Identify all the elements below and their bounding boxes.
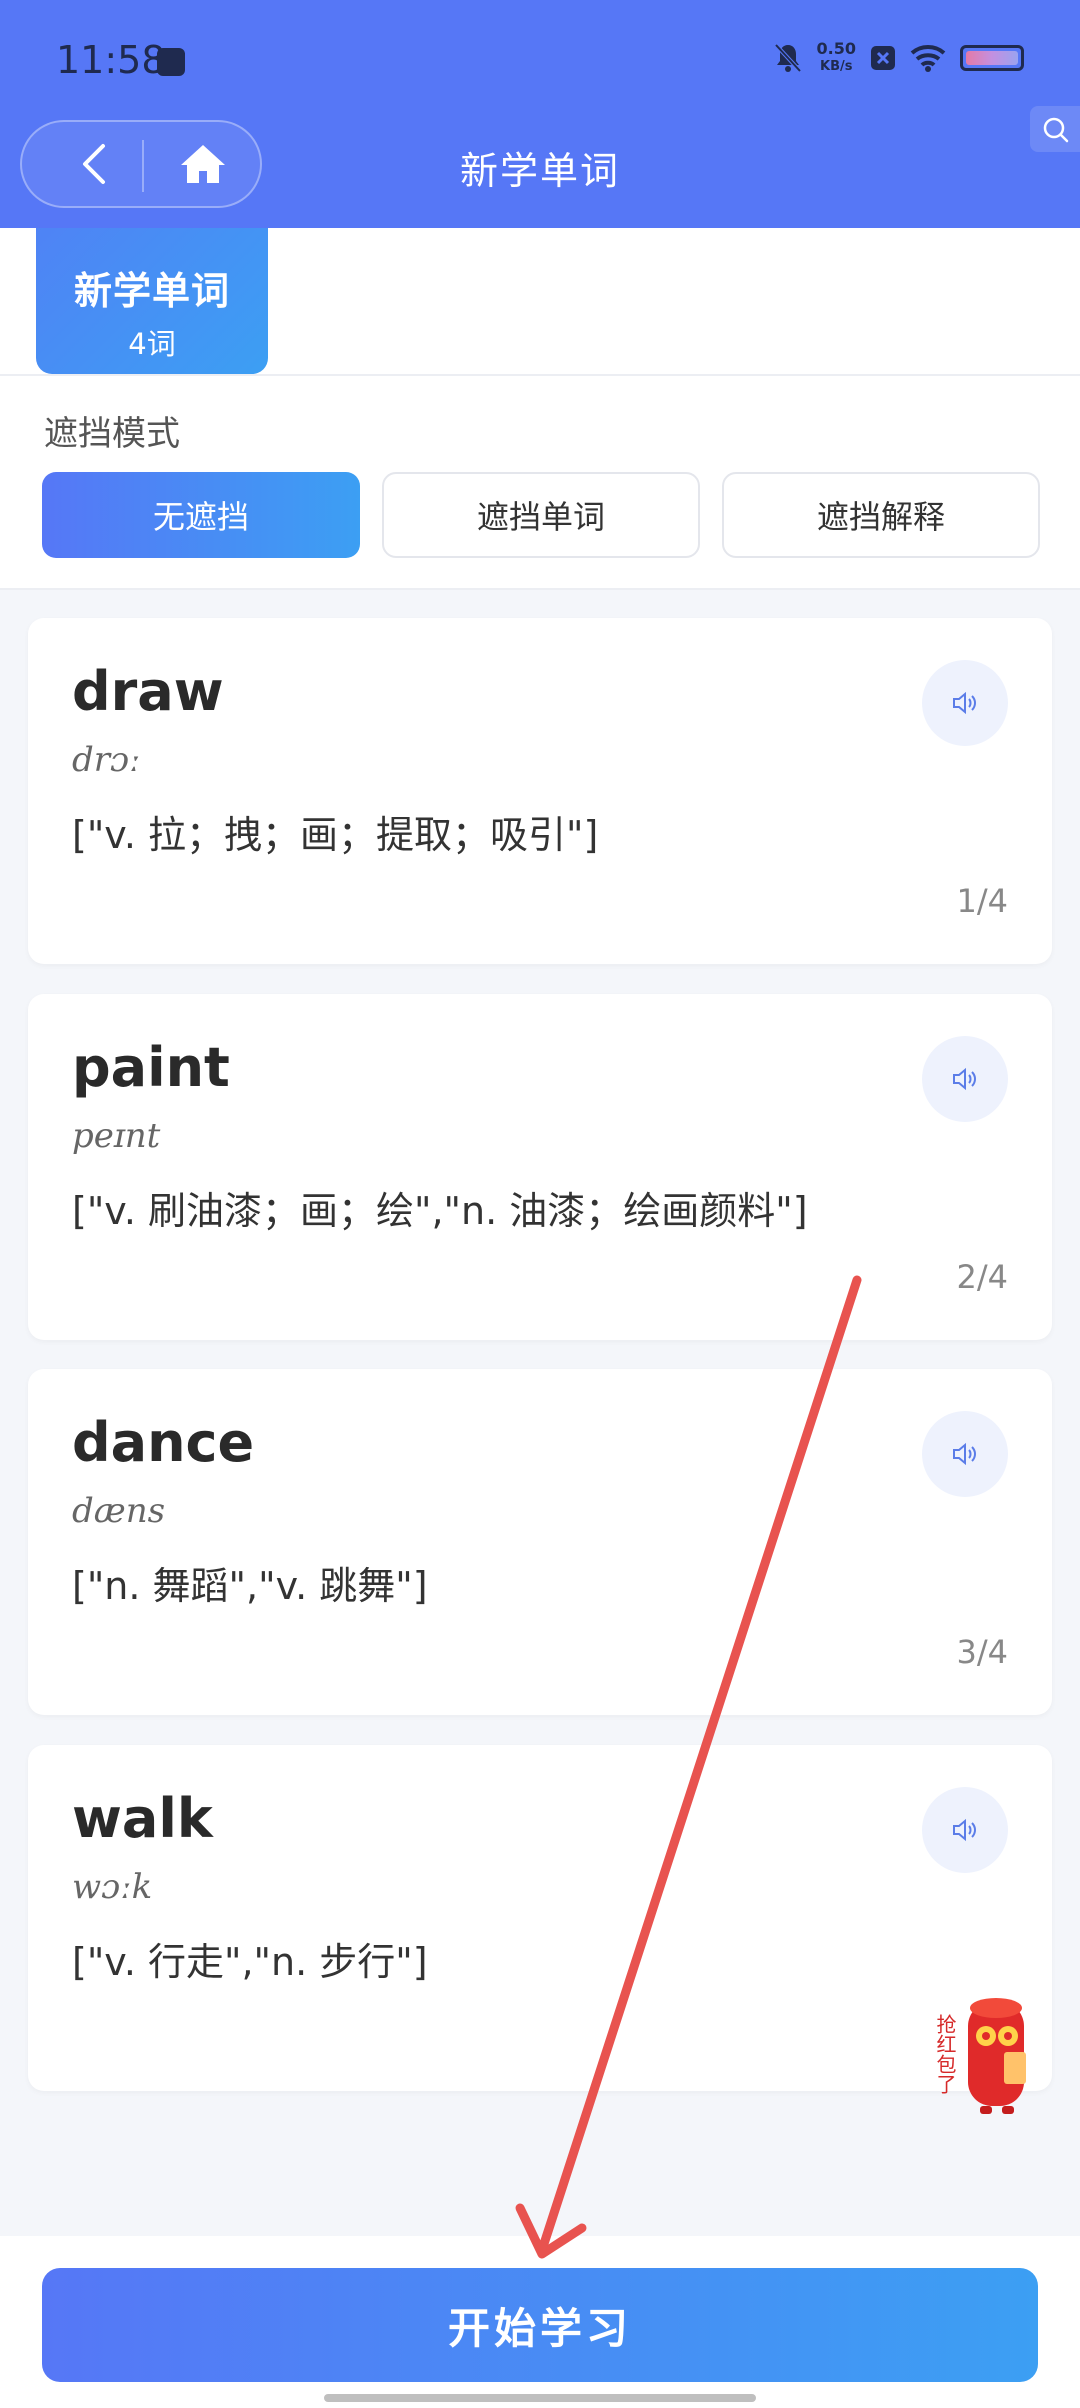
search-icon bbox=[1043, 117, 1069, 143]
home-indicator bbox=[324, 2394, 756, 2402]
close-notification-icon bbox=[871, 46, 895, 70]
word-text: walk bbox=[72, 1787, 213, 1850]
net-speed-value: 0.50 bbox=[816, 39, 856, 58]
wifi-icon bbox=[910, 45, 946, 72]
mask-option-none[interactable]: 无遮挡 bbox=[42, 472, 360, 558]
word-meaning: ["n. 舞蹈","v. 跳舞"] bbox=[72, 1564, 428, 1608]
speaker-icon bbox=[953, 1442, 976, 1466]
battery-icon bbox=[960, 45, 1024, 71]
word-phonetic: peɪnt bbox=[72, 1116, 161, 1156]
status-icons: 0.50 KB/s bbox=[773, 40, 1024, 76]
page-title: 新学单词 bbox=[459, 149, 620, 193]
pronounce-button[interactable] bbox=[922, 1787, 1008, 1873]
speaker-icon bbox=[953, 1818, 976, 1842]
net-speed-unit: KB/s bbox=[820, 59, 853, 74]
status-bar: 11:58 0.50 KB/s bbox=[0, 0, 1080, 120]
word-phonetic: wɔːk bbox=[72, 1867, 153, 1907]
word-phonetic: dæns bbox=[72, 1491, 166, 1531]
net-speed: 0.50 KB/s bbox=[817, 40, 856, 76]
start-learning-button[interactable]: 开始学习 bbox=[42, 2268, 1038, 2382]
floating-search-button[interactable] bbox=[1030, 106, 1080, 152]
word-text: paint bbox=[72, 1036, 230, 1099]
word-text: dance bbox=[72, 1411, 255, 1474]
word-text: draw bbox=[72, 660, 224, 723]
pronounce-button[interactable] bbox=[922, 660, 1008, 746]
word-meaning: ["v. 拉；拽；画；提取；吸引"] bbox=[72, 813, 599, 857]
app-header: 11:58 0.50 KB/s 新学单词 bbox=[0, 0, 1080, 228]
word-group-tabs: 新学单词 4词 bbox=[0, 228, 1080, 376]
word-phonetic: drɔː bbox=[72, 740, 141, 780]
mute-bell-icon bbox=[774, 43, 801, 73]
word-meaning: ["v. 行走","n. 步行"] bbox=[72, 1940, 428, 1984]
mask-option-hide-word[interactable]: 遮挡单词 bbox=[382, 472, 700, 558]
tab-new-words[interactable]: 新学单词 4词 bbox=[36, 228, 268, 374]
word-meaning: ["v. 刷油漆；画；绘","n. 油漆；绘画颜料"] bbox=[72, 1189, 808, 1233]
word-card[interactable]: draw drɔː ["v. 拉；拽；画；提取；吸引"] 1/4 bbox=[28, 618, 1052, 964]
word-index: 3/4 bbox=[956, 1633, 1009, 1671]
red-packet-mascot[interactable]: 抢红包了 bbox=[930, 1992, 1038, 2122]
mask-mode-title: 遮挡模式 bbox=[44, 414, 180, 454]
word-index: 2/4 bbox=[956, 1258, 1009, 1296]
pronounce-button[interactable] bbox=[922, 1036, 1008, 1122]
pronounce-button[interactable] bbox=[922, 1411, 1008, 1497]
mask-option-hide-meaning[interactable]: 遮挡解释 bbox=[722, 472, 1040, 558]
word-card[interactable]: paint peɪnt ["v. 刷油漆；画；绘","n. 油漆；绘画颜料"] … bbox=[28, 994, 1052, 1340]
word-card[interactable]: dance dæns ["n. 舞蹈","v. 跳舞"] 3/4 bbox=[28, 1369, 1052, 1715]
notification-app-icon bbox=[157, 48, 185, 76]
speaker-icon bbox=[953, 691, 976, 715]
word-index: 1/4 bbox=[956, 882, 1009, 920]
word-card[interactable]: walk wɔːk ["v. 行走","n. 步行"] bbox=[28, 1745, 1052, 2091]
mask-mode-section: 遮挡模式 无遮挡 遮挡单词 遮挡解释 bbox=[0, 376, 1080, 590]
mascot-label: 抢红包了 bbox=[933, 2014, 957, 2094]
tab-name: 新学单词 bbox=[73, 269, 230, 313]
speaker-icon bbox=[953, 1067, 976, 1091]
bottom-action-bar: 开始学习 bbox=[0, 2236, 1080, 2408]
status-time: 11:58 bbox=[56, 38, 166, 82]
tab-count: 4词 bbox=[128, 327, 176, 361]
